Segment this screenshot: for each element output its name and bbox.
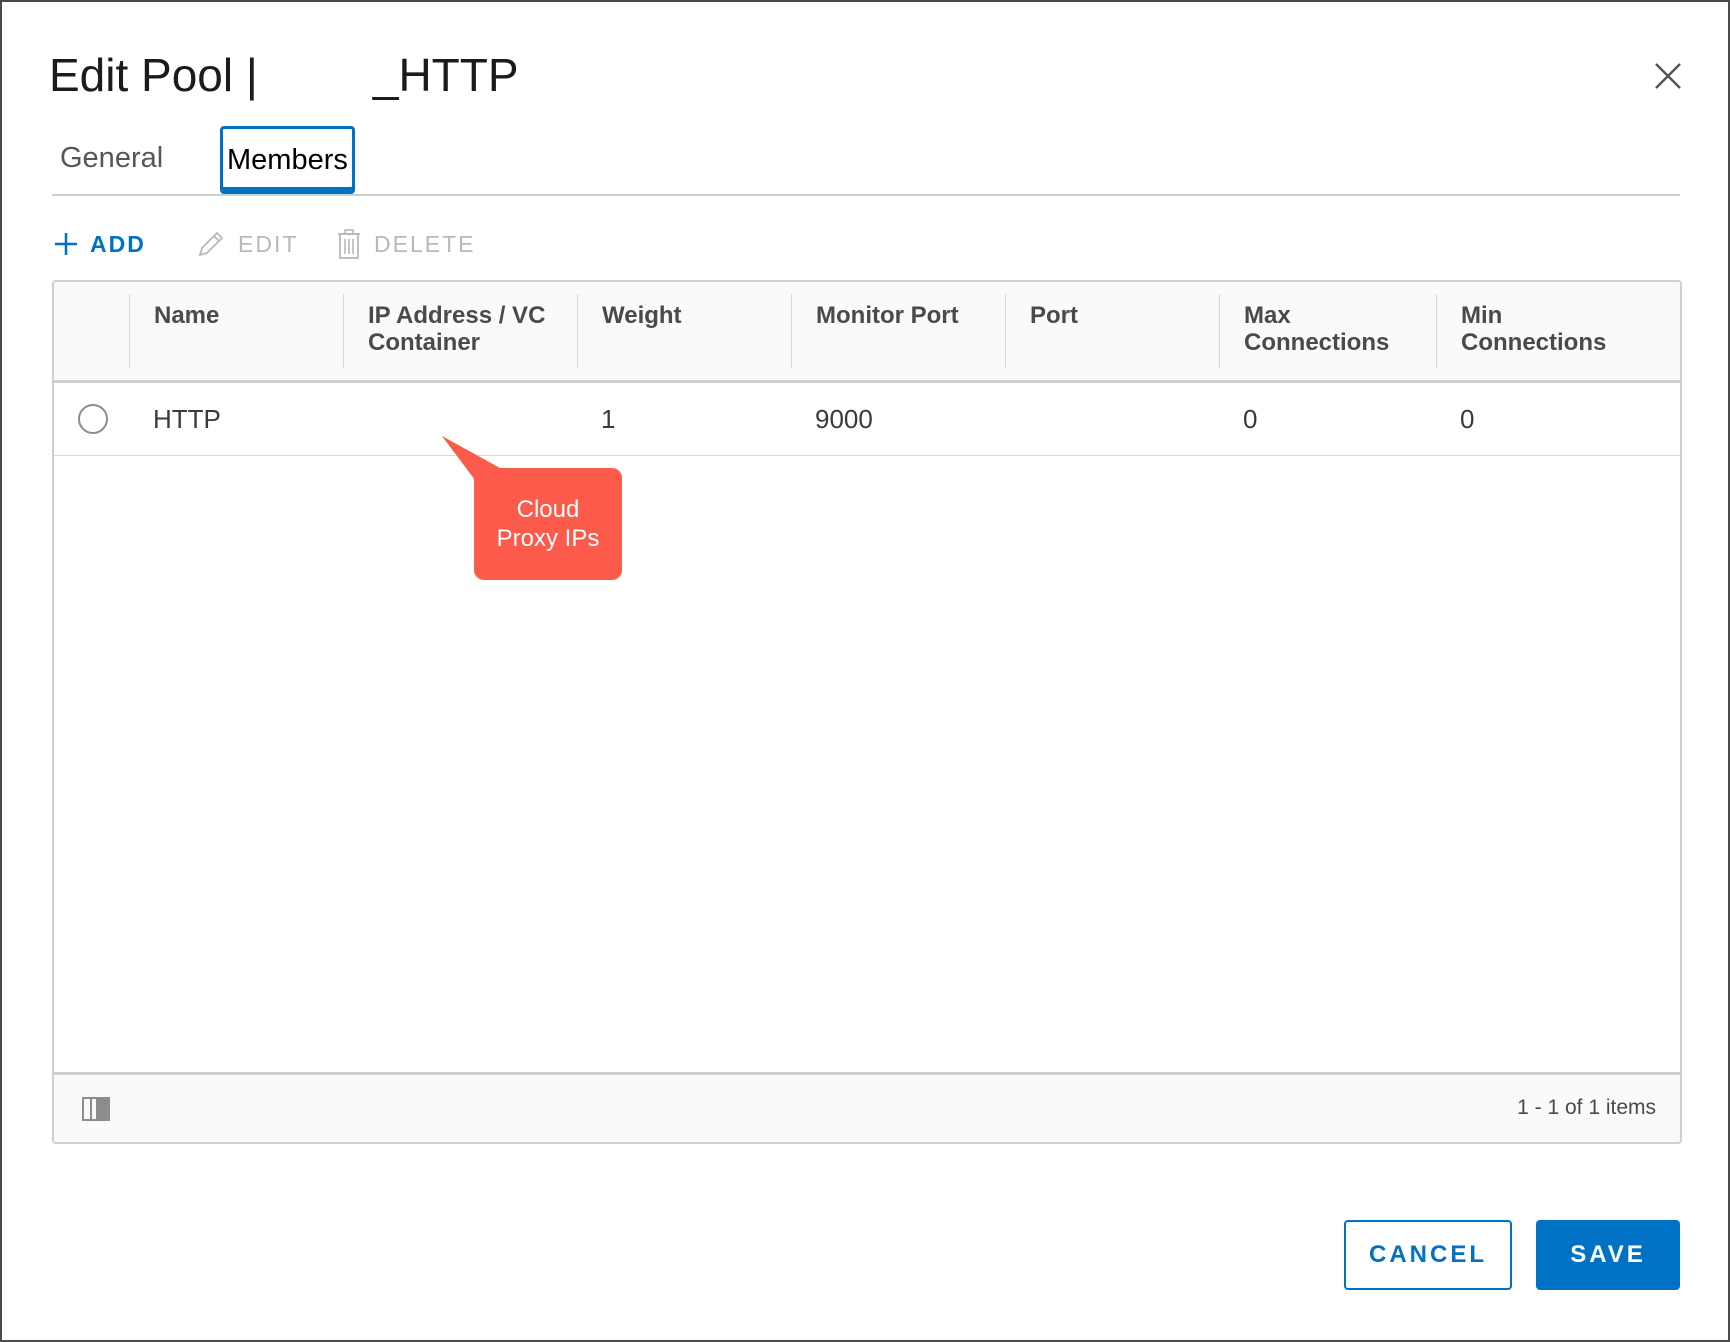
tab-bar: General Members bbox=[52, 122, 1680, 196]
column-header-max-line2: Connections bbox=[1244, 329, 1390, 356]
members-datagrid: Name IP Address / VC Container Weight Mon… bbox=[52, 280, 1682, 1144]
delete-button[interactable]: DELETE bbox=[336, 224, 475, 264]
edit-button[interactable]: EDIT bbox=[196, 224, 298, 264]
column-header-ip-address[interactable]: IP Address / VC Container bbox=[343, 294, 577, 368]
cancel-button[interactable]: CANCEL bbox=[1344, 1220, 1512, 1290]
row-select-radio[interactable] bbox=[78, 404, 108, 434]
datagrid-footer: 1 - 1 of 1 items bbox=[54, 1072, 1680, 1142]
dialog-title: Edit Pool | _HTTP bbox=[49, 49, 519, 101]
plus-icon bbox=[55, 233, 77, 255]
tab-members[interactable]: Members bbox=[220, 126, 355, 194]
save-button[interactable]: SAVE bbox=[1536, 1220, 1680, 1290]
edit-pool-dialog: Edit Pool | _HTTP General Members ADD ED… bbox=[0, 0, 1730, 1342]
add-button-label: ADD bbox=[90, 230, 146, 257]
column-header-min-line1: Min bbox=[1461, 302, 1503, 329]
column-header-max-connections[interactable]: Max Connections bbox=[1219, 294, 1436, 368]
trash-icon bbox=[338, 229, 360, 259]
table-row[interactable]: HTTP 1 9000 0 0 bbox=[54, 383, 1680, 456]
edit-button-label: EDIT bbox=[238, 230, 299, 257]
cell-weight: 1 bbox=[601, 404, 616, 434]
cloud-proxy-annotation: Cloud Proxy IPs bbox=[474, 468, 622, 580]
column-header-name[interactable]: Name bbox=[129, 294, 343, 368]
cell-port bbox=[1005, 383, 1219, 455]
annotation-line1: Cloud bbox=[516, 496, 580, 523]
pagination-text: 1 - 1 of 1 items bbox=[1517, 1096, 1656, 1119]
column-header-ip-line1: IP Address / VC bbox=[368, 302, 546, 329]
column-header-max-line1: Max bbox=[1244, 302, 1291, 329]
add-button[interactable]: ADD bbox=[54, 224, 146, 264]
column-header-weight[interactable]: Weight bbox=[577, 294, 791, 368]
column-header-ip-line2: Container bbox=[368, 329, 481, 356]
column-header-monitor-port[interactable]: Monitor Port bbox=[791, 294, 1005, 368]
tab-general[interactable]: General bbox=[54, 126, 169, 190]
annotation-line2: Proxy IPs bbox=[496, 525, 600, 552]
column-toggle-icon[interactable] bbox=[82, 1097, 110, 1121]
pencil-icon bbox=[198, 231, 224, 257]
column-header-min-line2: Connections bbox=[1461, 329, 1607, 356]
cell-max-connections: 0 bbox=[1243, 404, 1258, 434]
column-header-port[interactable]: Port bbox=[1005, 294, 1219, 368]
cell-name: HTTP bbox=[153, 404, 221, 434]
cell-monitor-port: 9000 bbox=[815, 404, 873, 434]
close-icon[interactable] bbox=[1650, 58, 1686, 94]
delete-button-label: DELETE bbox=[374, 230, 476, 257]
cell-min-connections: 0 bbox=[1460, 404, 1475, 434]
datagrid-header: Name IP Address / VC Container Weight Mon… bbox=[54, 282, 1680, 383]
column-header-min-connections[interactable]: Min Connections bbox=[1436, 294, 1680, 368]
